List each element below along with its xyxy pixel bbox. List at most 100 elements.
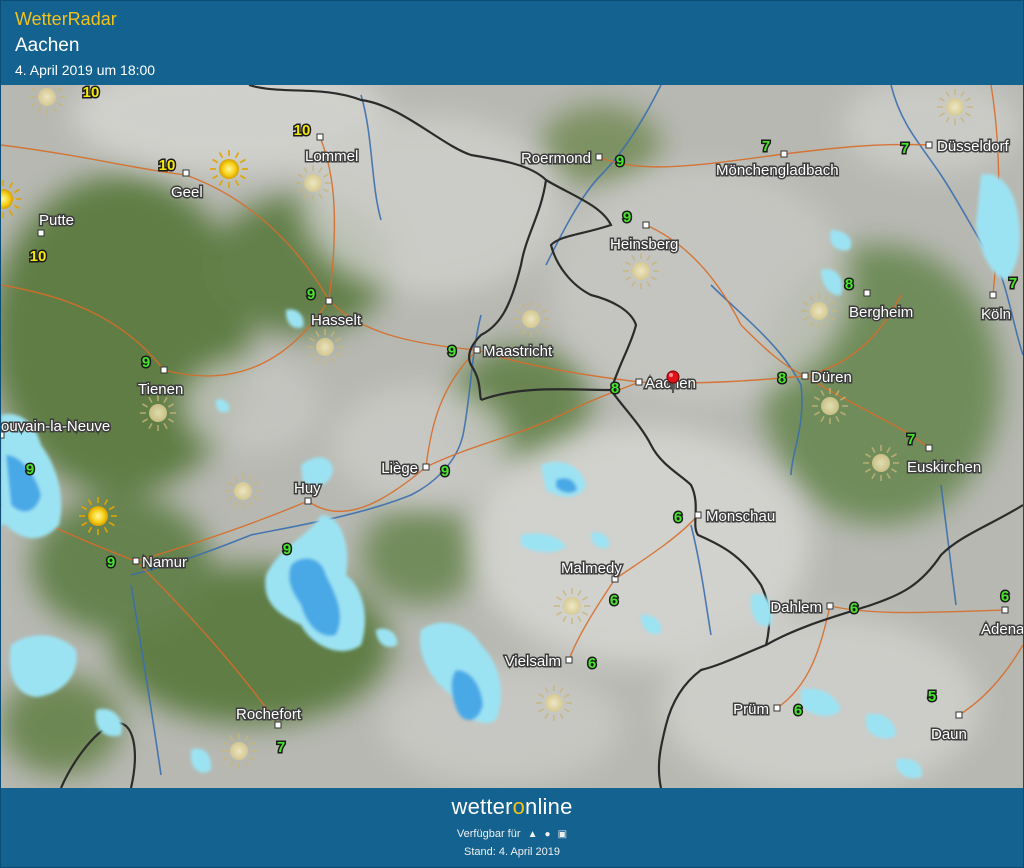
temperature-label: 10 (159, 157, 176, 174)
temperature-label: 7 (907, 431, 915, 448)
app-frame: WetterRadar Aachen 4. April 2019 um 18:0… (0, 0, 1024, 868)
apple-icon[interactable]: ● (545, 829, 551, 840)
city-dot (635, 378, 643, 386)
temperature-label: 8 (778, 370, 786, 387)
city-label: Düsseldorf (937, 138, 1010, 155)
city-dot (773, 704, 781, 712)
footer: wetteronline Verfügbar für ▲ ● ▣ Stand: … (1, 788, 1023, 867)
city-label: Huy (294, 480, 321, 497)
city-dot (801, 372, 809, 380)
city-dot (316, 133, 324, 141)
city-dot (473, 346, 481, 354)
temperature-label: 7 (762, 138, 770, 155)
temperature-label: 10 (294, 122, 311, 139)
city-label: Malmedy (561, 560, 622, 577)
city-dot (325, 297, 333, 305)
availability-text: Verfügbar für (456, 828, 521, 840)
data-date: Stand: 4. April 2019 (463, 846, 560, 858)
pin-head-icon[interactable] (666, 370, 680, 384)
city-dot (1001, 606, 1009, 614)
city-label: Köln (981, 306, 1011, 323)
temperature-label: 6 (794, 702, 802, 719)
city-label: Geel (171, 184, 203, 201)
temperature-label: 9 (441, 463, 449, 480)
temperature-label: 10 (83, 85, 100, 101)
city-dot (955, 711, 963, 719)
radar-map-canvas[interactable]: Lommel Roermond Mönchengladbach Düsseldorf G… (1, 85, 1023, 788)
radar-map[interactable]: Lommel Roermond Mönchengladbach Düsseldorf G… (1, 85, 1023, 788)
city-aachen[interactable]: Aachen (635, 374, 697, 394)
city-d-sseldorf[interactable]: Düsseldorf (925, 137, 1011, 157)
temperature-label: 5 (928, 688, 936, 705)
city-label: Namur (142, 554, 187, 571)
city-label: Mönchengladbach (716, 162, 839, 179)
city-dot (989, 291, 997, 299)
city-title: Aachen (15, 35, 80, 56)
temperature-label: 6 (850, 600, 858, 617)
city-namur[interactable]: Namur (132, 553, 189, 573)
temperature-label: 9 (307, 286, 315, 303)
temperature-label: 9 (623, 209, 631, 226)
city-label: Monschau (706, 508, 775, 525)
temperature-label: 10 (30, 248, 47, 265)
temperature-label: 6 (588, 655, 596, 672)
city-dot (694, 511, 702, 519)
city-label: ouvain-la-Neuve (1, 418, 110, 435)
temperature-label: 9 (142, 354, 150, 371)
city-label: Maastricht (483, 343, 553, 360)
city-monschau[interactable]: Monschau (694, 507, 777, 527)
city-dot (37, 229, 45, 237)
city-label: Düren (811, 369, 852, 386)
city-roermond[interactable]: Roermond (519, 149, 603, 169)
temperature-label: 6 (610, 592, 618, 609)
city-dot (304, 497, 312, 505)
city-dot (826, 602, 834, 610)
pin-highlight (669, 373, 673, 377)
temperature-label: 9 (283, 541, 291, 558)
city-dot (160, 366, 168, 374)
city-dot (595, 153, 603, 161)
city-label: Tienen (138, 381, 183, 398)
temperature-label: 9 (26, 461, 34, 478)
city-label: Vielsalm (505, 653, 561, 670)
city-label: Hasselt (311, 312, 362, 329)
city-label: Prüm (733, 701, 769, 718)
temperature-label: 8 (611, 380, 619, 397)
city-dot (925, 141, 933, 149)
temperature-label: 6 (674, 509, 682, 526)
city-label: Dahlem (770, 599, 822, 616)
app-title: WetterRadar (15, 9, 117, 29)
windows-icon[interactable]: ▣ (558, 829, 567, 840)
city-label: Adenau (981, 621, 1023, 638)
city-maastricht[interactable]: Maastricht (473, 342, 555, 362)
city-dot (780, 150, 788, 158)
brand-part-3: nline (525, 794, 573, 819)
city-dot (565, 656, 573, 664)
temperature-label: 9 (616, 153, 624, 170)
city-label: Rochefort (236, 706, 302, 723)
city-dot (863, 289, 871, 297)
city-label: Liège (381, 460, 418, 477)
city-dot (132, 557, 140, 565)
city-dot (422, 463, 430, 471)
wetteronline-logo[interactable]: wetteronline (1, 794, 1023, 820)
forecast-datetime: 4. April 2019 um 18:00 (15, 62, 156, 78)
temperature-label: 7 (901, 140, 909, 157)
temperature-label: 9 (107, 554, 115, 571)
temperature-label: 6 (1001, 588, 1009, 605)
city-label: Bergheim (849, 304, 913, 321)
city-label: Daun (931, 726, 967, 743)
city-dot (925, 444, 933, 452)
terrain-layer (1, 85, 1023, 788)
brand-part-1: wetter (451, 794, 513, 819)
city-label: Lommel (305, 148, 358, 165)
city-label: Heinsberg (610, 236, 678, 253)
city-dot (182, 169, 190, 177)
brand-part-2: o (512, 794, 526, 819)
header: WetterRadar Aachen 4. April 2019 um 18:0… (1, 1, 1023, 85)
city-label: Putte (39, 212, 74, 229)
temperature-label: 7 (277, 739, 285, 756)
city-dot (642, 221, 650, 229)
android-icon[interactable]: ▲ (528, 829, 538, 840)
temperature-label: 8 (845, 276, 853, 293)
